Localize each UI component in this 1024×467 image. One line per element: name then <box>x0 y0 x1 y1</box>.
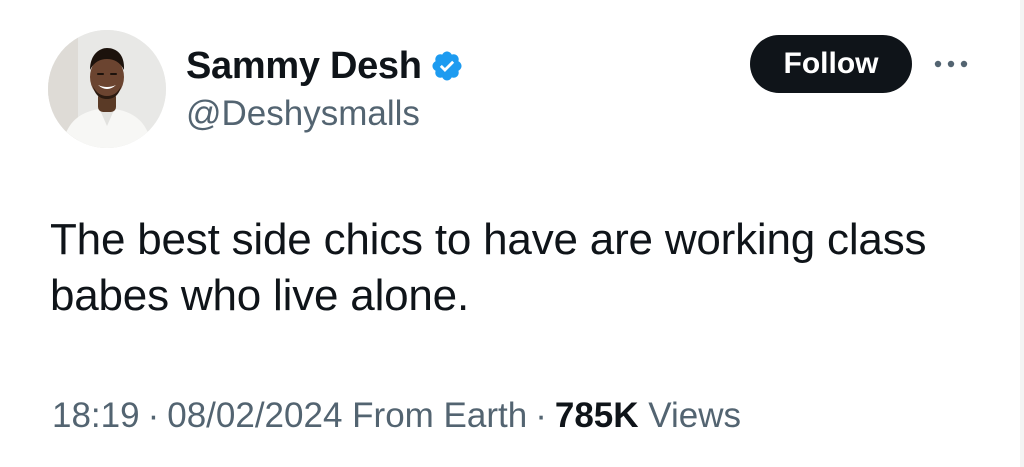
separator: · <box>535 396 547 435</box>
separator: · <box>147 396 160 435</box>
avatar-photo <box>48 30 166 148</box>
tweet-date[interactable]: 08/02/2024 <box>167 396 342 435</box>
tweet-text: The best side chics to have are working … <box>50 215 927 320</box>
avatar[interactable] <box>48 30 166 148</box>
verified-badge-icon <box>430 49 464 83</box>
tweet-time[interactable]: 18:19 <box>52 396 140 435</box>
views-count[interactable]: 785K <box>555 396 639 435</box>
tweet-meta: 18:19 · 08/02/2024 From Earth · 785K Views <box>52 393 741 439</box>
tweet-card: Sammy Desh @Deshysmalls Follow The best … <box>0 0 1024 467</box>
tweet-source: From Earth <box>352 396 528 435</box>
display-name[interactable]: Sammy Desh <box>186 42 422 90</box>
right-edge-divider <box>1020 0 1024 467</box>
author-name-row: Sammy Desh <box>186 42 464 90</box>
follow-button[interactable]: Follow <box>750 35 912 93</box>
author-handle[interactable]: @Deshysmalls <box>186 92 420 136</box>
ellipsis-icon[interactable] <box>932 52 972 76</box>
views-label: Views <box>648 396 741 435</box>
